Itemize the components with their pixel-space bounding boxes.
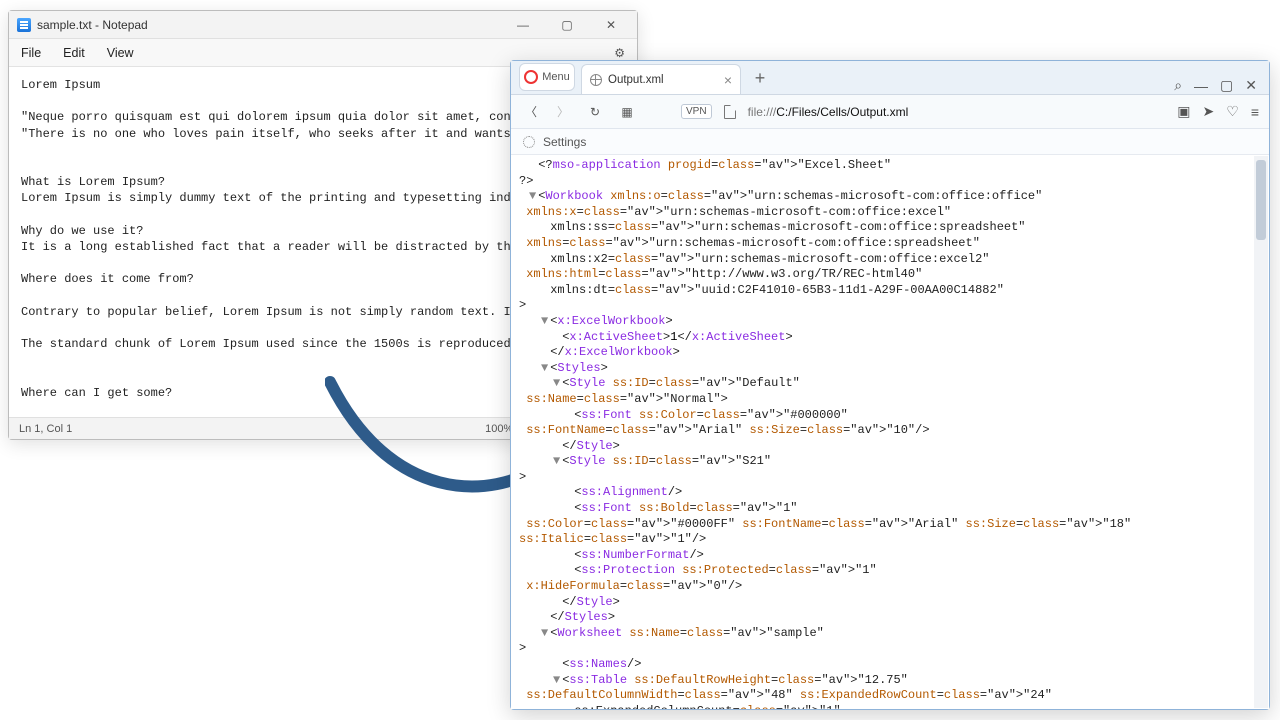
tab-close-icon[interactable]: × bbox=[724, 73, 732, 87]
heart-icon[interactable]: ♡ bbox=[1226, 103, 1239, 120]
close-button[interactable]: ✕ bbox=[589, 11, 633, 39]
notepad-icon bbox=[17, 18, 31, 32]
scrollbar[interactable] bbox=[1254, 156, 1268, 708]
new-tab-button[interactable]: + bbox=[747, 65, 773, 91]
opera-logo-icon bbox=[524, 70, 538, 84]
notepad-titlebar[interactable]: sample.txt - Notepad — ▢ ✕ bbox=[9, 11, 637, 39]
vpn-badge[interactable]: VPN bbox=[681, 104, 712, 119]
file-icon bbox=[724, 105, 736, 119]
browser-window: Menu Output.xml × + ⌕ — ▢ ✕ 〈 〉 ↻ ▦ VPN … bbox=[510, 60, 1270, 710]
menu-file[interactable]: File bbox=[21, 46, 41, 60]
cursor-position: Ln 1, Col 1 bbox=[19, 423, 72, 435]
menu-view[interactable]: View bbox=[107, 46, 134, 60]
gear-icon bbox=[523, 136, 535, 148]
menu-edit[interactable]: Edit bbox=[63, 46, 85, 60]
browser-toolbar: 〈 〉 ↻ ▦ VPN file:///C:/Files/Cells/Outpu… bbox=[511, 95, 1269, 129]
notepad-title: sample.txt - Notepad bbox=[37, 18, 148, 32]
send-icon[interactable]: ➤ bbox=[1203, 103, 1215, 120]
maximize-button[interactable]: ▢ bbox=[1220, 77, 1233, 94]
opera-menu-button[interactable]: Menu bbox=[519, 63, 575, 91]
globe-icon bbox=[590, 74, 602, 86]
settings-gear-icon[interactable]: ⚙ bbox=[614, 46, 625, 60]
easy-setup-icon[interactable]: ≡ bbox=[1251, 104, 1259, 120]
forward-button[interactable]: 〉 bbox=[553, 102, 573, 122]
scrollbar-thumb[interactable] bbox=[1256, 160, 1266, 240]
tab-strip: Menu Output.xml × + ⌕ — ▢ ✕ bbox=[511, 61, 1269, 95]
back-button[interactable]: 〈 bbox=[521, 102, 541, 122]
close-button[interactable]: ✕ bbox=[1245, 77, 1257, 94]
minimize-button[interactable]: — bbox=[501, 11, 545, 39]
xml-viewer[interactable]: <?mso-application progid=class="av">"Exc… bbox=[511, 155, 1269, 709]
minimize-button[interactable]: — bbox=[1194, 78, 1208, 94]
tab-title: Output.xml bbox=[608, 74, 664, 86]
maximize-button[interactable]: ▢ bbox=[545, 11, 589, 39]
settings-label: Settings bbox=[543, 135, 586, 149]
snapshot-icon[interactable]: ▣ bbox=[1177, 103, 1190, 120]
reload-button[interactable]: ↻ bbox=[585, 102, 605, 122]
settings-bar[interactable]: Settings bbox=[511, 129, 1269, 155]
speed-dial-icon[interactable]: ▦ bbox=[617, 102, 637, 122]
search-icon[interactable]: ⌕ bbox=[1174, 77, 1182, 94]
tab-output-xml[interactable]: Output.xml × bbox=[581, 64, 741, 94]
address-bar[interactable]: file:///C:/Files/Cells/Output.xml bbox=[748, 105, 909, 119]
